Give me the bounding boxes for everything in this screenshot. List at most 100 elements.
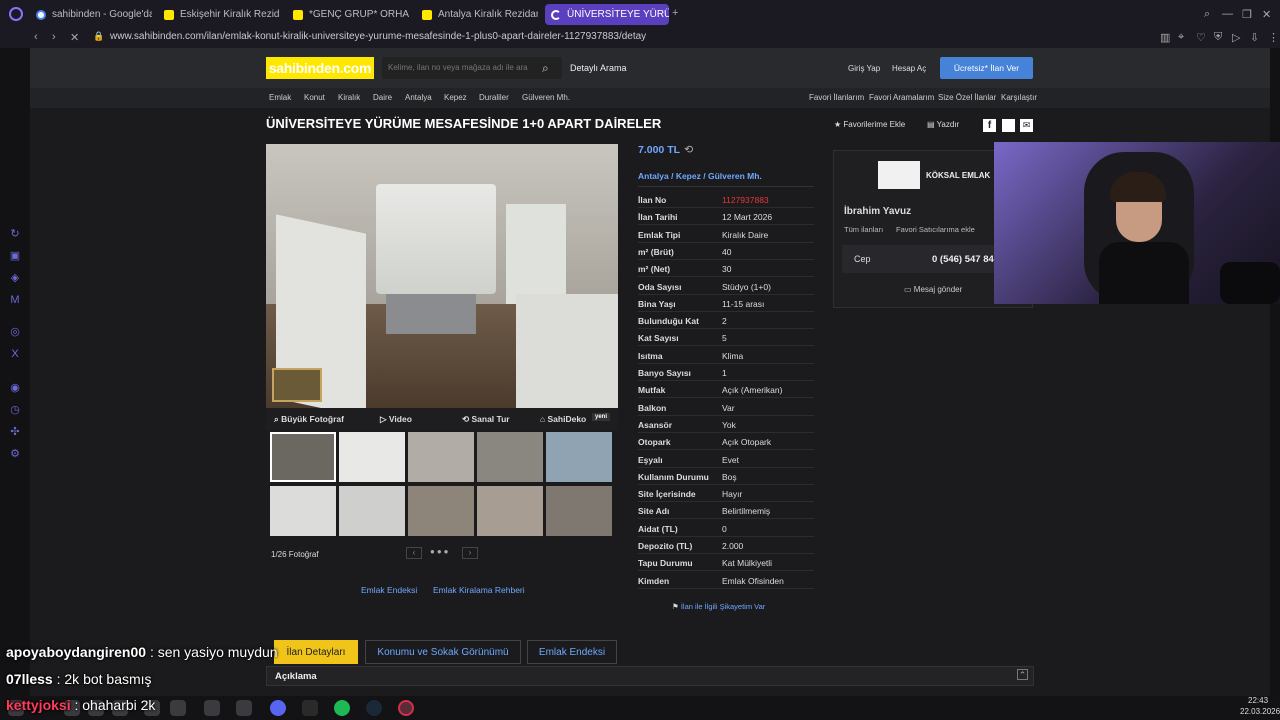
search-icon[interactable]: ⌕ <box>1204 8 1210 21</box>
seller-name: İbrahim Yavuz <box>844 206 912 217</box>
tab-real-estate-index[interactable]: Emlak Endeksi <box>527 640 617 664</box>
search-input[interactable] <box>382 57 562 79</box>
add-favorite-link[interactable]: ★ Favorilerime Ekle <box>834 120 905 129</box>
price-history-icon[interactable]: ⟲ <box>684 143 693 156</box>
fav-seller-link[interactable]: Favori Satıcılarıma ekle <box>896 225 975 234</box>
breadcrumb-item[interactable]: Konut <box>304 93 325 102</box>
large-photo-tab[interactable]: ⌕ Büyük Fotoğraf <box>274 414 344 425</box>
description-section-header[interactable]: Açıklama ⌃ <box>266 666 1034 686</box>
thumbnail[interactable] <box>408 432 474 482</box>
music-icon[interactable]: ◉ <box>9 382 21 394</box>
virtual-tour-tab[interactable]: ⟲ Sanal Tur <box>462 414 510 425</box>
back-icon[interactable]: ‹ <box>34 31 38 43</box>
menu-icon[interactable]: ⋮ <box>1268 31 1279 44</box>
send-message-link[interactable]: ▭ Mesaj gönder <box>904 285 962 294</box>
tab-2[interactable]: *GENÇ GRUP* ORHANGA <box>287 4 409 25</box>
settings-icon[interactable]: ⚙ <box>9 448 21 460</box>
thumbnail[interactable] <box>477 432 543 482</box>
thumbnail[interactable] <box>546 432 612 482</box>
thumbnail[interactable] <box>408 486 474 536</box>
sidebar-toggle-icon[interactable]: ▥ <box>1160 31 1170 44</box>
all-ads-link[interactable]: Tüm ilanları <box>844 225 883 234</box>
discord-icon[interactable] <box>270 700 286 716</box>
compare-link[interactable]: Karşılaştır <box>1001 93 1037 102</box>
location-neighborhood[interactable]: Gülveren Mh. <box>708 171 762 181</box>
x-icon[interactable]: X <box>9 348 21 360</box>
close-window-icon[interactable]: ✕ <box>1262 8 1271 21</box>
print-link[interactable]: ▤ Yazdır <box>927 120 959 129</box>
thumbnail[interactable] <box>339 432 405 482</box>
steelseries-icon[interactable] <box>204 700 220 716</box>
tab-3[interactable]: Antalya Kiralık Rezidans, V <box>416 4 538 25</box>
prev-photo-icon[interactable]: ‹ <box>406 547 422 559</box>
fav-searches-link[interactable]: Favori Aramalarım <box>869 93 934 102</box>
search-icon[interactable]: ⌕ <box>542 61 549 76</box>
post-ad-button[interactable]: Ücretsiz* İlan Ver <box>940 57 1033 79</box>
agency-logo[interactable] <box>878 161 920 189</box>
shield-icon[interactable]: ⛨ <box>1214 31 1222 44</box>
puzzle-icon[interactable]: ✣ <box>9 426 21 438</box>
breadcrumb-item[interactable]: Kepez <box>444 93 467 102</box>
breadcrumb-item[interactable]: Emlak <box>269 93 291 102</box>
url-text[interactable]: www.sahibinden.com/ilan/emlak-konut-kira… <box>110 31 646 42</box>
breadcrumb-item[interactable]: Daire <box>373 93 392 102</box>
twitter-icon[interactable] <box>1002 119 1015 132</box>
thumbnail[interactable] <box>546 486 612 536</box>
breadcrumb-item[interactable]: Duraliler <box>479 93 509 102</box>
facebook-icon[interactable]: f <box>983 119 996 132</box>
tab-location[interactable]: Konumu ve Sokak Görünümü <box>365 640 521 664</box>
browser-logo-icon[interactable] <box>9 7 23 21</box>
complaint-link[interactable]: ⚑ İlan ile İlgili Şikayetim Var <box>672 602 765 611</box>
messenger-icon[interactable]: M <box>9 294 21 306</box>
epic-games-icon[interactable] <box>302 700 318 716</box>
agency-name[interactable]: KÖKSAL EMLAK <box>926 171 990 180</box>
thumbnail[interactable] <box>477 486 543 536</box>
breadcrumb-item[interactable]: Kiralık <box>338 93 360 102</box>
detailed-search-link[interactable]: Detaylı Arama <box>570 63 627 73</box>
login-link[interactable]: Giriş Yap <box>848 64 880 73</box>
download-icon[interactable]: ⇩ <box>1250 31 1259 44</box>
app-icon[interactable] <box>170 700 186 716</box>
sahideko-tab[interactable]: ⌂ SahiDeko <box>540 414 586 424</box>
thumbnail[interactable] <box>270 432 336 482</box>
spotify-icon[interactable] <box>334 700 350 716</box>
special-listings-link[interactable]: Size Özel İlanlar <box>938 93 996 102</box>
extension-icon[interactable]: ◈ <box>9 272 21 284</box>
tab-0[interactable]: sahibinden - Google'da Ara <box>30 4 152 25</box>
bookmark-icon[interactable]: ♡ <box>1196 31 1206 44</box>
tab-listing-details[interactable]: İlan Detayları <box>274 640 358 664</box>
site-logo[interactable]: sahibinden.com <box>266 57 374 79</box>
opera-gx-icon[interactable] <box>398 700 414 716</box>
collapse-icon[interactable]: ⌃ <box>1017 669 1028 680</box>
maximize-icon[interactable]: ❐ <box>1242 8 1252 21</box>
bag-icon[interactable]: ▣ <box>9 250 21 262</box>
play-icon[interactable]: ▷ <box>1232 31 1240 44</box>
main-photo[interactable] <box>266 144 618 408</box>
tab-1[interactable]: Eskişehir Kiralık Rezidans, <box>158 4 280 25</box>
reload-icon[interactable]: ✕ <box>70 31 79 44</box>
forward-icon[interactable]: › <box>52 31 56 43</box>
location-city[interactable]: Antalya <box>638 171 669 181</box>
thumbnail[interactable] <box>339 486 405 536</box>
location-district[interactable]: Kepez <box>676 171 701 181</box>
real-estate-index-link[interactable]: Emlak Endeksi <box>361 585 417 595</box>
fav-listings-link[interactable]: Favori İlanlarım <box>809 93 864 102</box>
steam-icon[interactable] <box>366 700 382 716</box>
phone-number[interactable]: 0 (546) 547 84 <box>932 254 994 265</box>
signup-link[interactable]: Hesap Aç <box>892 64 926 73</box>
video-tab[interactable]: ▷ Video <box>380 414 412 425</box>
new-tab-icon[interactable]: + <box>672 7 678 19</box>
breadcrumb-item[interactable]: Antalya <box>405 93 432 102</box>
minimize-icon[interactable]: — <box>1222 8 1233 20</box>
rental-guide-link[interactable]: Emlak Kiralama Rehberi <box>433 585 525 595</box>
thumbnail[interactable] <box>270 486 336 536</box>
clock-icon[interactable]: ◷ <box>9 404 21 416</box>
pin-icon[interactable]: ⌖ <box>1178 31 1184 44</box>
app-icon[interactable] <box>236 700 252 716</box>
instagram-icon[interactable]: ◎ <box>9 326 21 338</box>
tab-active[interactable]: ÜNİVERSİTEYE YÜRÜ✕ <box>545 4 669 25</box>
next-photo-icon[interactable]: › <box>462 547 478 559</box>
mail-icon[interactable]: ✉ <box>1020 119 1033 132</box>
breadcrumb-item[interactable]: Gülveren Mh. <box>522 93 570 102</box>
refresh-icon[interactable]: ↻ <box>9 228 21 240</box>
